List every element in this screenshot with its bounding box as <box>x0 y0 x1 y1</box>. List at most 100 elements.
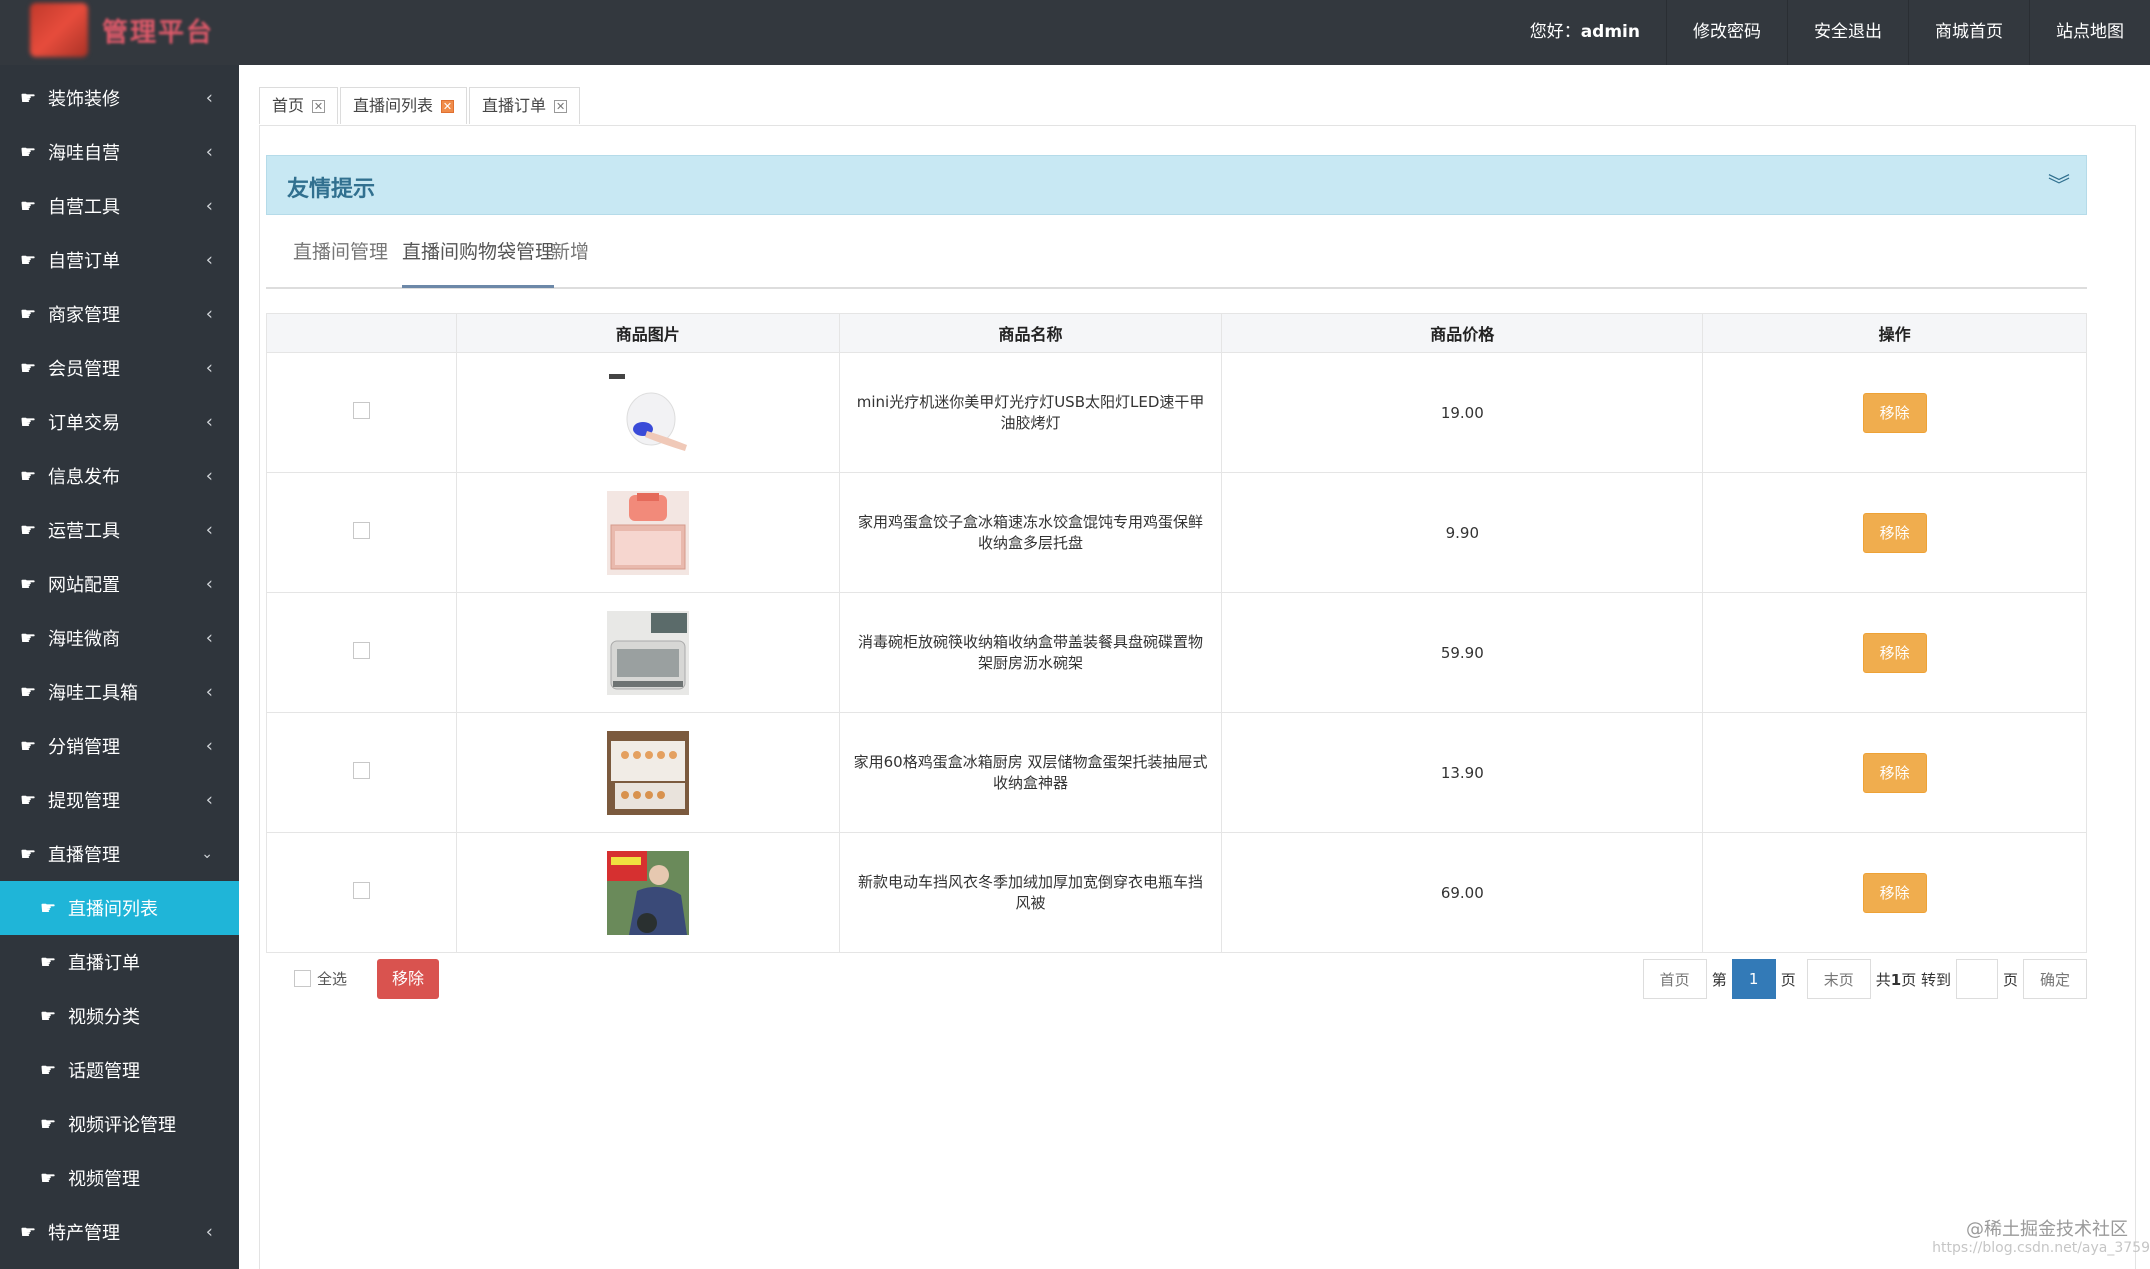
sidebar-item-members[interactable]: ☛ 会员管理 ‹ <box>0 341 239 395</box>
product-name-cell: mini光疗机迷你美甲灯光疗灯USB太阳灯LED速干甲油胶烤灯 <box>838 352 1223 473</box>
table-row: 消毒碗柜放碗筷收纳箱收纳盒带盖装餐具盘碗碟置物架厨房沥水碗架 59.90 移除 <box>266 592 2087 713</box>
sidebar-item-label: 海哇自营 <box>48 143 120 164</box>
product-price: 59.90 <box>1221 592 1704 713</box>
last-page-button[interactable]: 末页 <box>1806 959 1871 999</box>
row-checkbox[interactable] <box>352 762 370 779</box>
product-image[interactable] <box>606 370 689 455</box>
sidebar-item-order-trading[interactable]: ☛ 订单交易 ‹ <box>0 395 239 449</box>
tab-add-new[interactable]: 新增 <box>551 237 589 287</box>
sidebar-item-label: 海哇微商 <box>48 629 120 650</box>
logo[interactable]: 管理平台 <box>30 0 214 60</box>
remove-button[interactable]: 移除 <box>1862 872 1927 913</box>
first-page-button[interactable]: 首页 <box>1642 959 1707 999</box>
current-page[interactable]: 1 <box>1731 959 1776 999</box>
close-icon[interactable]: ✕ <box>312 99 326 113</box>
bulk-remove-button[interactable]: 移除 <box>377 959 439 999</box>
row-checkbox[interactable] <box>352 642 370 659</box>
sitemap-link[interactable]: 站点地图 <box>2029 0 2150 65</box>
sidebar-subitem-live-rooms[interactable]: ☛ 直播间列表 <box>0 881 239 935</box>
row-checkbox-cell <box>266 832 457 953</box>
username: admin <box>1580 22 1640 42</box>
goto-page-input[interactable] <box>1955 959 1998 999</box>
remove-button[interactable]: 移除 <box>1862 392 1927 433</box>
notice-panel[interactable]: 友情提示 ︾ <box>266 155 2087 215</box>
product-name-cell: 消毒碗柜放碗筷收纳箱收纳盒带盖装餐具盘碗碟置物架厨房沥水碗架 <box>838 592 1223 713</box>
row-checkbox-cell <box>266 712 457 833</box>
product-name: 家用60格鸡蛋盒冰箱厨房 双层储物盒蛋架托装抽屉式收纳盒神器 <box>853 752 1208 792</box>
chevron-left-icon: ‹ <box>205 357 213 379</box>
sidebar-item-live[interactable]: ☛ 直播管理 ⌄ <box>0 827 239 881</box>
double-chevron-down-icon[interactable]: ︾ <box>2048 168 2070 200</box>
sidebar-item-info-publish[interactable]: ☛ 信息发布 ‹ <box>0 449 239 503</box>
sidebar-item-merchants[interactable]: ☛ 商家管理 ‹ <box>0 287 239 341</box>
row-checkbox[interactable] <box>352 522 370 539</box>
sidebar-item-label: 直播间列表 <box>68 899 158 920</box>
sidebar-item-label: 商家管理 <box>48 305 120 326</box>
sidebar-subitem-topics[interactable]: ☛ 话题管理 <box>0 1043 239 1097</box>
sidebar-item-label: 提现管理 <box>48 791 120 812</box>
action-cell: 移除 <box>1702 592 2087 713</box>
sidebar-item-ops-tools[interactable]: ☛ 运营工具 ‹ <box>0 503 239 557</box>
row-checkbox-cell <box>266 592 457 713</box>
sidebar-item-micro-merchant[interactable]: ☛ 海哇微商 ‹ <box>0 611 239 665</box>
page-tab-live-rooms[interactable]: 直播间列表 ✕ <box>340 87 468 124</box>
hand-point-icon: ☛ <box>20 357 37 379</box>
remove-button[interactable]: 移除 <box>1862 512 1927 553</box>
chevron-left-icon: ‹ <box>205 789 213 811</box>
select-all-checkbox[interactable] <box>294 970 311 987</box>
sidebar: ☛ 装饰装修 ‹ ☛ 海哇自营 ‹ ☛ 自营工具 ‹ ☛ 自营订单 ‹ ☛ 商家管理 ‹ ☛ 会员管理… <box>0 65 239 1269</box>
sidebar-item-site-config[interactable]: ☛ 网站配置 ‹ <box>0 557 239 611</box>
hand-point-icon: ☛ <box>40 1005 57 1027</box>
page-tab-home[interactable]: 首页 ✕ <box>259 87 339 124</box>
sidebar-subitem-live-orders[interactable]: ☛ 直播订单 <box>0 935 239 989</box>
sidebar-item-label: 话题管理 <box>68 1061 140 1082</box>
page-tab-live-orders[interactable]: 直播订单 ✕ <box>469 87 581 124</box>
sidebar-item-self-tools[interactable]: ☛ 自营工具 ‹ <box>0 179 239 233</box>
row-checkbox[interactable] <box>352 402 370 419</box>
goto-confirm-button[interactable]: 确定 <box>2022 959 2087 999</box>
sidebar-item-distribution[interactable]: ☛ 分销管理 ‹ <box>0 719 239 773</box>
product-image[interactable] <box>606 610 689 695</box>
tab-live-shopping-bag[interactable]: 直播间购物袋管理 <box>402 237 555 288</box>
sidebar-subitem-video-comments[interactable]: ☛ 视频评论管理 <box>0 1097 239 1151</box>
close-icon[interactable]: ✕ <box>554 99 568 113</box>
top-nav: 您好：admin 修改密码 安全退出 商城首页 站点地图 <box>1504 0 2150 65</box>
logout-link[interactable]: 安全退出 <box>1787 0 1908 65</box>
pager-total: 共1页 转到 <box>1871 969 1956 990</box>
sidebar-item-decoration[interactable]: ☛ 装饰装修 ‹ <box>0 71 239 125</box>
chevron-left-icon: ‹ <box>205 195 213 217</box>
hand-point-icon: ☛ <box>20 735 37 757</box>
sidebar-item-self-orders[interactable]: ☛ 自营订单 ‹ <box>0 233 239 287</box>
product-price: 19.00 <box>1221 352 1704 473</box>
tab-live-room-manage[interactable]: 直播间管理 <box>293 237 388 287</box>
page-tab-bar: 首页 ✕ 直播间列表 ✕ 直播订单 ✕ <box>259 87 582 124</box>
row-checkbox[interactable] <box>352 882 370 899</box>
sidebar-item-label: 网站配置 <box>48 575 120 596</box>
sidebar-subitem-videos[interactable]: ☛ 视频管理 <box>0 1151 239 1205</box>
logo-mark <box>30 3 88 57</box>
page-tab-label: 直播间列表 <box>353 96 434 115</box>
table-footer: 全选 移除 首页 第 1 页 末页 共1页 转到 页 确定 <box>266 955 2087 1005</box>
sidebar-subitem-video-category[interactable]: ☛ 视频分类 <box>0 989 239 1043</box>
select-all[interactable]: 全选 <box>294 968 347 989</box>
sidebar-item-specialty[interactable]: ☛ 特产管理 ‹ <box>0 1205 239 1259</box>
remove-button[interactable]: 移除 <box>1862 632 1927 673</box>
chevron-left-icon: ‹ <box>205 735 213 757</box>
column-header-action: 操作 <box>1702 313 2087 353</box>
product-image[interactable] <box>606 490 689 575</box>
sidebar-item-label: 分销管理 <box>48 737 120 758</box>
sidebar-item-self-operated[interactable]: ☛ 海哇自营 ‹ <box>0 125 239 179</box>
change-password-link[interactable]: 修改密码 <box>1666 0 1787 65</box>
hand-point-icon: ☛ <box>20 519 37 541</box>
hand-point-icon: ☛ <box>20 465 37 487</box>
product-image[interactable] <box>606 730 689 815</box>
product-image[interactable] <box>606 850 689 935</box>
sidebar-item-withdrawal[interactable]: ☛ 提现管理 ‹ <box>0 773 239 827</box>
sidebar-item-toolbox[interactable]: ☛ 海哇工具箱 ‹ <box>0 665 239 719</box>
action-cell: 移除 <box>1702 472 2087 593</box>
remove-button[interactable]: 移除 <box>1862 752 1927 793</box>
mall-home-link[interactable]: 商城首页 <box>1908 0 2029 65</box>
close-icon[interactable]: ✕ <box>441 99 455 113</box>
product-image-cell <box>455 712 840 833</box>
product-price: 9.90 <box>1221 472 1704 593</box>
